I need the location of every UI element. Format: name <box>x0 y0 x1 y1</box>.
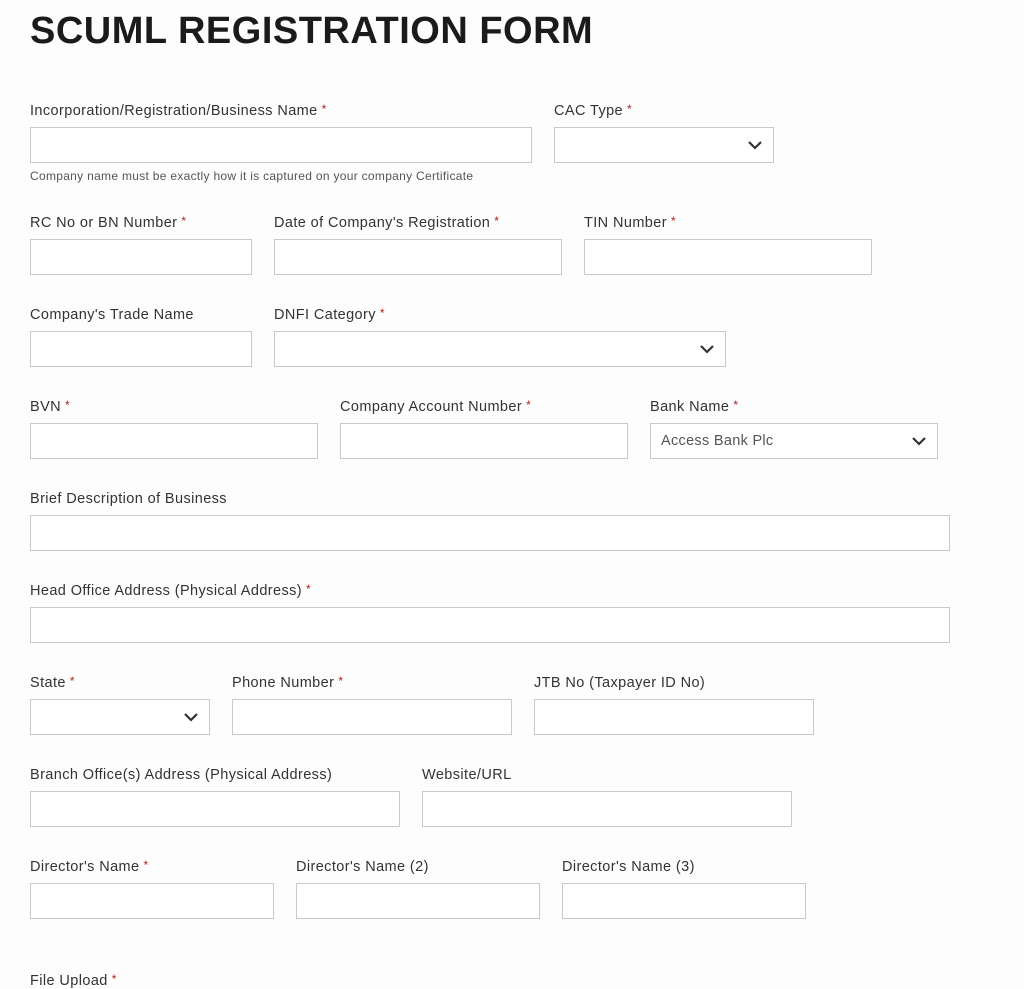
account-number-input[interactable] <box>340 423 628 459</box>
row-head-office: Head Office Address (Physical Address)* <box>30 583 994 643</box>
jtb-input[interactable] <box>534 699 814 735</box>
row-state-phone-jtb: State* Phone Number* JTB No (Taxpayer ID… <box>30 675 994 735</box>
state-select[interactable] <box>30 699 210 735</box>
chevron-down-icon <box>183 709 199 725</box>
required-asterisk: * <box>526 398 531 412</box>
bvn-field: BVN* <box>30 399 318 459</box>
row-bvn-account-bank: BVN* Company Account Number* Bank Name* … <box>30 399 994 459</box>
director2-field: Director's Name (2) <box>296 859 540 919</box>
branch-office-label: Branch Office(s) Address (Physical Addre… <box>30 767 400 783</box>
phone-number-label: Phone Number* <box>232 675 512 691</box>
state-label: State* <box>30 675 210 691</box>
bank-name-value: Access Bank Plc <box>661 433 774 449</box>
head-office-input[interactable] <box>30 607 950 643</box>
required-asterisk: * <box>143 858 148 872</box>
dnfi-category-select[interactable] <box>274 331 726 367</box>
row-directors: Director's Name* Director's Name (2) Dir… <box>30 859 994 919</box>
required-asterisk: * <box>65 398 70 412</box>
director3-field: Director's Name (3) <box>562 859 806 919</box>
required-asterisk: * <box>627 102 632 116</box>
registration-date-label: Date of Company's Registration* <box>274 215 562 231</box>
incorporation-name-input[interactable] <box>30 127 532 163</box>
website-label: Website/URL <box>422 767 792 783</box>
rc-bn-number-input[interactable] <box>30 239 252 275</box>
phone-number-input[interactable] <box>232 699 512 735</box>
dnfi-category-field: DNFI Category* <box>274 307 726 367</box>
phone-number-field: Phone Number* <box>232 675 512 735</box>
bvn-label: BVN* <box>30 399 318 415</box>
tin-number-field: TIN Number* <box>584 215 872 275</box>
description-input[interactable] <box>30 515 950 551</box>
branch-office-field: Branch Office(s) Address (Physical Addre… <box>30 767 400 827</box>
required-asterisk: * <box>322 102 327 116</box>
bank-name-select[interactable]: Access Bank Plc <box>650 423 938 459</box>
chevron-down-icon <box>747 137 763 153</box>
bank-name-label: Bank Name* <box>650 399 938 415</box>
director2-input[interactable] <box>296 883 540 919</box>
row-description: Brief Description of Business <box>30 491 994 551</box>
director1-label: Director's Name* <box>30 859 274 875</box>
required-asterisk: * <box>733 398 738 412</box>
website-field: Website/URL <box>422 767 792 827</box>
row-incorporation-cac: Incorporation/Registration/Business Name… <box>30 103 994 183</box>
jtb-field: JTB No (Taxpayer ID No) <box>534 675 814 735</box>
director1-field: Director's Name* <box>30 859 274 919</box>
director1-input[interactable] <box>30 883 274 919</box>
row-trade-dnfi: Company's Trade Name DNFI Category* <box>30 307 994 367</box>
description-label: Brief Description of Business <box>30 491 950 507</box>
file-upload-label: File Upload* <box>30 973 117 989</box>
page-title: SCUML REGISTRATION FORM <box>30 10 994 53</box>
required-asterisk: * <box>380 306 385 320</box>
account-number-label: Company Account Number* <box>340 399 628 415</box>
tin-number-input[interactable] <box>584 239 872 275</box>
row-file-upload: File Upload* <box>30 973 994 989</box>
required-asterisk: * <box>70 674 75 688</box>
required-asterisk: * <box>671 214 676 228</box>
head-office-field: Head Office Address (Physical Address)* <box>30 583 950 643</box>
director3-label: Director's Name (3) <box>562 859 806 875</box>
required-asterisk: * <box>306 582 311 596</box>
incorporation-name-field: Incorporation/Registration/Business Name… <box>30 103 532 183</box>
registration-form: Incorporation/Registration/Business Name… <box>30 103 994 989</box>
director2-label: Director's Name (2) <box>296 859 540 875</box>
dnfi-category-label: DNFI Category* <box>274 307 726 323</box>
chevron-down-icon <box>911 433 927 449</box>
cac-type-select[interactable] <box>554 127 774 163</box>
registration-date-field: Date of Company's Registration* <box>274 215 562 275</box>
rc-bn-number-label: RC No or BN Number* <box>30 215 252 231</box>
account-number-field: Company Account Number* <box>340 399 628 459</box>
chevron-down-icon <box>699 341 715 357</box>
cac-type-label: CAC Type* <box>554 103 774 119</box>
state-field: State* <box>30 675 210 735</box>
jtb-label: JTB No (Taxpayer ID No) <box>534 675 814 691</box>
required-asterisk: * <box>112 972 117 986</box>
trade-name-label: Company's Trade Name <box>30 307 252 323</box>
trade-name-field: Company's Trade Name <box>30 307 252 367</box>
bvn-input[interactable] <box>30 423 318 459</box>
bank-name-field: Bank Name* Access Bank Plc <box>650 399 938 459</box>
required-asterisk: * <box>181 214 186 228</box>
trade-name-input[interactable] <box>30 331 252 367</box>
registration-date-input[interactable] <box>274 239 562 275</box>
director3-input[interactable] <box>562 883 806 919</box>
branch-office-input[interactable] <box>30 791 400 827</box>
rc-bn-number-field: RC No or BN Number* <box>30 215 252 275</box>
row-rc-date-tin: RC No or BN Number* Date of Company's Re… <box>30 215 994 275</box>
tin-number-label: TIN Number* <box>584 215 872 231</box>
description-field: Brief Description of Business <box>30 491 950 551</box>
required-asterisk: * <box>338 674 343 688</box>
head-office-label: Head Office Address (Physical Address)* <box>30 583 950 599</box>
cac-type-field: CAC Type* <box>554 103 774 163</box>
required-asterisk: * <box>494 214 499 228</box>
row-branch-website: Branch Office(s) Address (Physical Addre… <box>30 767 994 827</box>
incorporation-name-label: Incorporation/Registration/Business Name… <box>30 103 532 119</box>
incorporation-name-help: Company name must be exactly how it is c… <box>30 169 532 183</box>
website-input[interactable] <box>422 791 792 827</box>
